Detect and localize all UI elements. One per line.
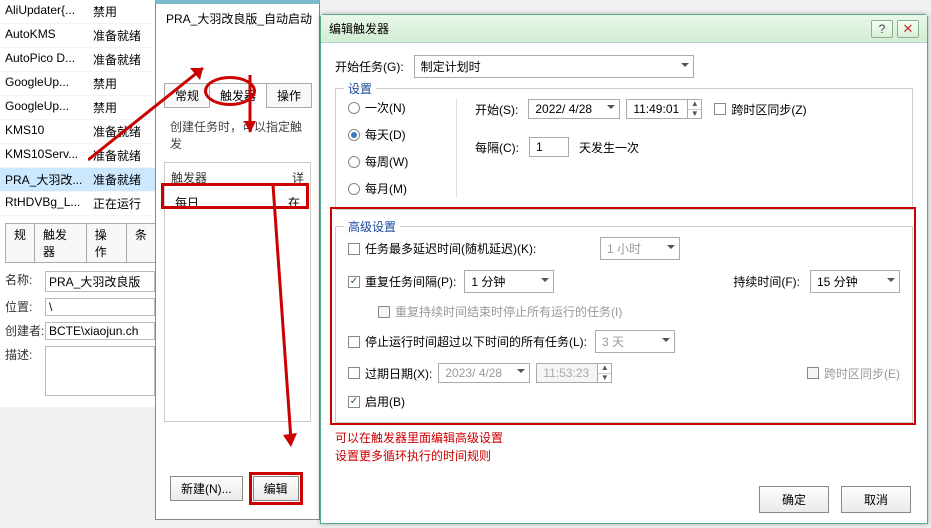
task-row[interactable]: AutoPico D...准备就绪 (0, 48, 159, 72)
task-row[interactable]: KMS10准备就绪 (0, 120, 159, 144)
tab-actions[interactable]: 操作 (266, 83, 312, 108)
help-button[interactable]: ? (871, 20, 893, 38)
close-icon: ✕ (903, 21, 914, 37)
stop-longer-combo: 3 天 (595, 330, 675, 353)
triggers-list: 触发器详 每日在 (164, 162, 311, 422)
desc-value (45, 346, 155, 396)
recur-suffix: 天发生一次 (579, 139, 639, 156)
detail-tab[interactable]: 规 (5, 223, 35, 263)
task-properties-window: PRA_大羽改良版_自动启动 常规 触发器 操作 创建任务时，可以指定触发 触发… (155, 0, 320, 520)
task-row-selected[interactable]: PRA_大羽改...准备就绪 (0, 168, 159, 192)
expire-time-field: 11:53:23 (536, 363, 598, 383)
annotation-note: 可以在触发器里面编辑高级设置 设置更多循环执行的时间规则 (335, 429, 913, 465)
duration-label: 持续时间(F): (733, 273, 800, 290)
stop-at-end-checkbox[interactable]: 重复持续时间结束时停止所有运行的任务(I) (378, 303, 622, 320)
start-date-picker[interactable]: 2022/ 4/28 (528, 99, 620, 119)
task-row[interactable]: GoogleUp...禁用 (0, 96, 159, 120)
sync-tz-checkbox[interactable]: 跨时区同步(Z) (714, 101, 806, 118)
begin-task-label: 开始任务(G): (335, 58, 404, 75)
radio-monthly[interactable]: 每月(M) (348, 180, 438, 197)
task-row[interactable]: AutoKMS准备就绪 (0, 24, 159, 48)
stop-longer-checkbox[interactable]: 停止运行时间超过以下时间的所有任务(L): (348, 333, 587, 350)
desc-label: 描述: (5, 346, 45, 396)
tab-triggers[interactable]: 触发器 (209, 83, 267, 108)
creator-value: BCTE\xiaojun.ch (45, 322, 155, 340)
recur-label: 每隔(C): (475, 139, 519, 156)
cancel-button[interactable]: 取消 (841, 486, 911, 513)
start-label: 开始(S): (475, 101, 518, 118)
start-time-field[interactable]: 11:49:01 (626, 99, 688, 119)
close-button[interactable]: ✕ (897, 20, 919, 38)
detail-tab[interactable]: 条 (126, 223, 156, 263)
new-trigger-button[interactable]: 新建(N)... (170, 476, 243, 501)
col-detail: 详 (292, 169, 304, 186)
edit-trigger-button[interactable]: 编辑 (253, 476, 299, 501)
repeat-checkbox[interactable]: 重复任务间隔(P): (348, 273, 456, 290)
tab-general[interactable]: 常规 (164, 83, 210, 108)
delay-checkbox[interactable]: 任务最多延迟时间(随机延迟)(K): (348, 240, 536, 257)
recur-days-input[interactable]: 1 (529, 137, 569, 157)
duration-combo[interactable]: 15 分钟 (810, 270, 900, 293)
creator-label: 创建者: (5, 322, 45, 340)
radio-daily[interactable]: 每天(D) (348, 126, 438, 143)
name-value: PRA_大羽改良版 (45, 271, 155, 292)
location-label: 位置: (5, 298, 45, 316)
task-row[interactable]: GoogleUp...禁用 (0, 72, 159, 96)
ok-button[interactable]: 确定 (759, 486, 829, 513)
expire-sync-checkbox: 跨时区同步(E) (807, 365, 900, 382)
triggers-desc: 创建任务时，可以指定触发 (170, 118, 305, 152)
location-value: \ (45, 298, 155, 316)
enabled-checkbox[interactable]: 启用(B) (348, 393, 405, 410)
time-spinner: ▲▼ (598, 363, 612, 383)
radio-weekly[interactable]: 每周(W) (348, 153, 438, 170)
repeat-interval-combo[interactable]: 1 分钟 (464, 270, 554, 293)
dialog-title: 编辑触发器 (329, 20, 389, 37)
task-detail-panel: 规 触发器 操作 条 名称:PRA_大羽改良版 位置:\ 创建者:BCTE\xi… (0, 218, 160, 407)
window-title: PRA_大羽改良版_自动启动 (156, 4, 319, 33)
expire-checkbox[interactable]: 过期日期(X): (348, 365, 432, 382)
delay-combo: 1 小时 (600, 237, 680, 260)
settings-title: 设置 (344, 80, 376, 97)
advanced-title: 高级设置 (344, 218, 400, 235)
advanced-group: 高级设置 任务最多延迟时间(随机延迟)(K): 1 小时 重复任务间隔(P): … (335, 226, 913, 423)
begin-task-combo[interactable]: 制定计划时 (414, 55, 694, 78)
trigger-entry[interactable]: 每日在 (171, 192, 304, 213)
task-list: AliUpdater{...禁用 AutoKMS准备就绪 AutoPico D.… (0, 0, 160, 240)
task-row[interactable]: RtHDVBg_L...正在运行 (0, 192, 159, 216)
detail-tab[interactable]: 操作 (86, 223, 127, 263)
col-trigger: 触发器 (171, 169, 292, 186)
name-label: 名称: (5, 271, 45, 292)
settings-group: 设置 一次(N) 每天(D) 每周(W) 每月(M) 开始(S): 2022/ … (335, 88, 913, 210)
edit-trigger-dialog: 编辑触发器 ? ✕ 开始任务(G): 制定计划时 设置 一次(N) 每天(D) … (320, 14, 928, 524)
task-row[interactable]: KMS10Serv...准备就绪 (0, 144, 159, 168)
detail-tab[interactable]: 触发器 (34, 223, 87, 263)
time-spinner[interactable]: ▲▼ (688, 99, 702, 119)
task-row[interactable]: AliUpdater{...禁用 (0, 0, 159, 24)
expire-date-picker: 2023/ 4/28 (438, 363, 530, 383)
radio-once[interactable]: 一次(N) (348, 99, 438, 116)
